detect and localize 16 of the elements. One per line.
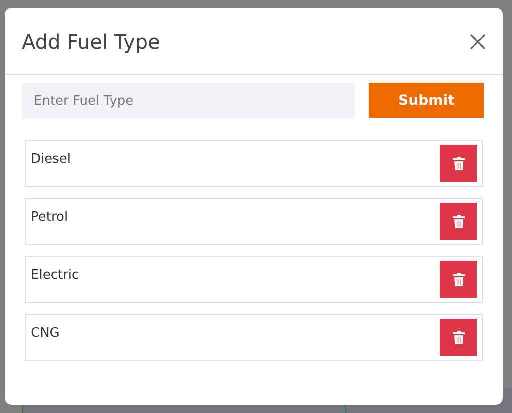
close-icon[interactable] (470, 34, 486, 50)
fuel-type-name: Diesel (31, 152, 72, 167)
delete-button[interactable] (440, 203, 477, 240)
modal-title: Add Fuel Type (22, 30, 160, 54)
trash-icon (452, 214, 464, 228)
submit-button[interactable]: Submit (369, 83, 484, 118)
trash-icon (452, 330, 464, 344)
trash-icon (452, 272, 464, 286)
fuel-type-name: Petrol (31, 210, 68, 225)
fuel-type-name: Electric (31, 268, 80, 283)
delete-button[interactable] (440, 261, 477, 298)
fuel-type-input[interactable]: Enter Fuel Type (22, 83, 356, 119)
delete-button[interactable] (440, 319, 477, 356)
delete-button[interactable] (440, 145, 477, 182)
fuel-type-name: CNG (31, 326, 60, 341)
trash-icon (452, 156, 464, 170)
